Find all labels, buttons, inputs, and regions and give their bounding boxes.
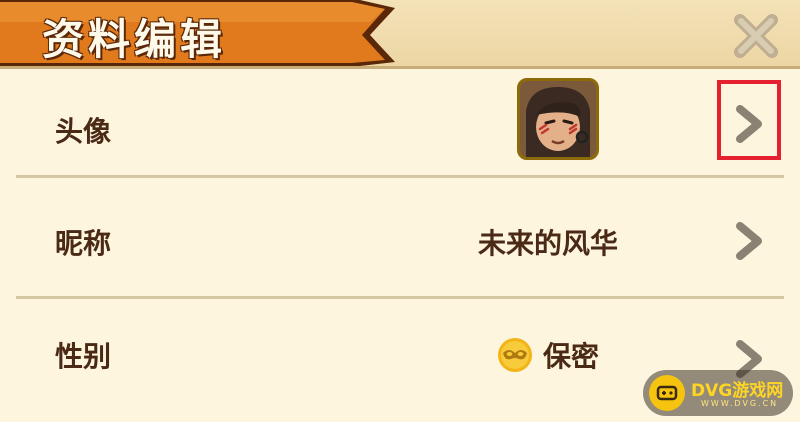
chevron-right-icon[interactable] (732, 220, 766, 262)
profile-edit-dialog: 资料编辑 头像 昵称 未来的风华 性别 保密 DVG游戏网 WWW.DVG.CN (0, 0, 800, 422)
avatar[interactable] (517, 78, 599, 160)
mask-icon (498, 338, 532, 372)
highlight-box (717, 80, 781, 160)
avatar-row-label: 头像 (55, 115, 112, 148)
watermark: DVG游戏网 WWW.DVG.CN (643, 370, 793, 416)
gender-row-label: 性别 (55, 340, 112, 373)
gender-value: 保密 (543, 340, 600, 373)
nickname-row[interactable]: 昵称 未来的风华 (0, 178, 800, 296)
watermark-sub: WWW.DVG.CN (701, 399, 779, 408)
nickname-value: 未来的风华 (478, 227, 619, 260)
avatar-portrait-icon (520, 81, 596, 157)
close-icon[interactable] (730, 10, 782, 62)
gamepad-logo-icon (649, 375, 685, 411)
avatar-row[interactable]: 头像 (0, 72, 800, 176)
watermark-text: DVG游戏网 (691, 381, 784, 401)
nickname-row-label: 昵称 (55, 227, 112, 260)
dialog-title: 资料编辑 (42, 15, 227, 64)
